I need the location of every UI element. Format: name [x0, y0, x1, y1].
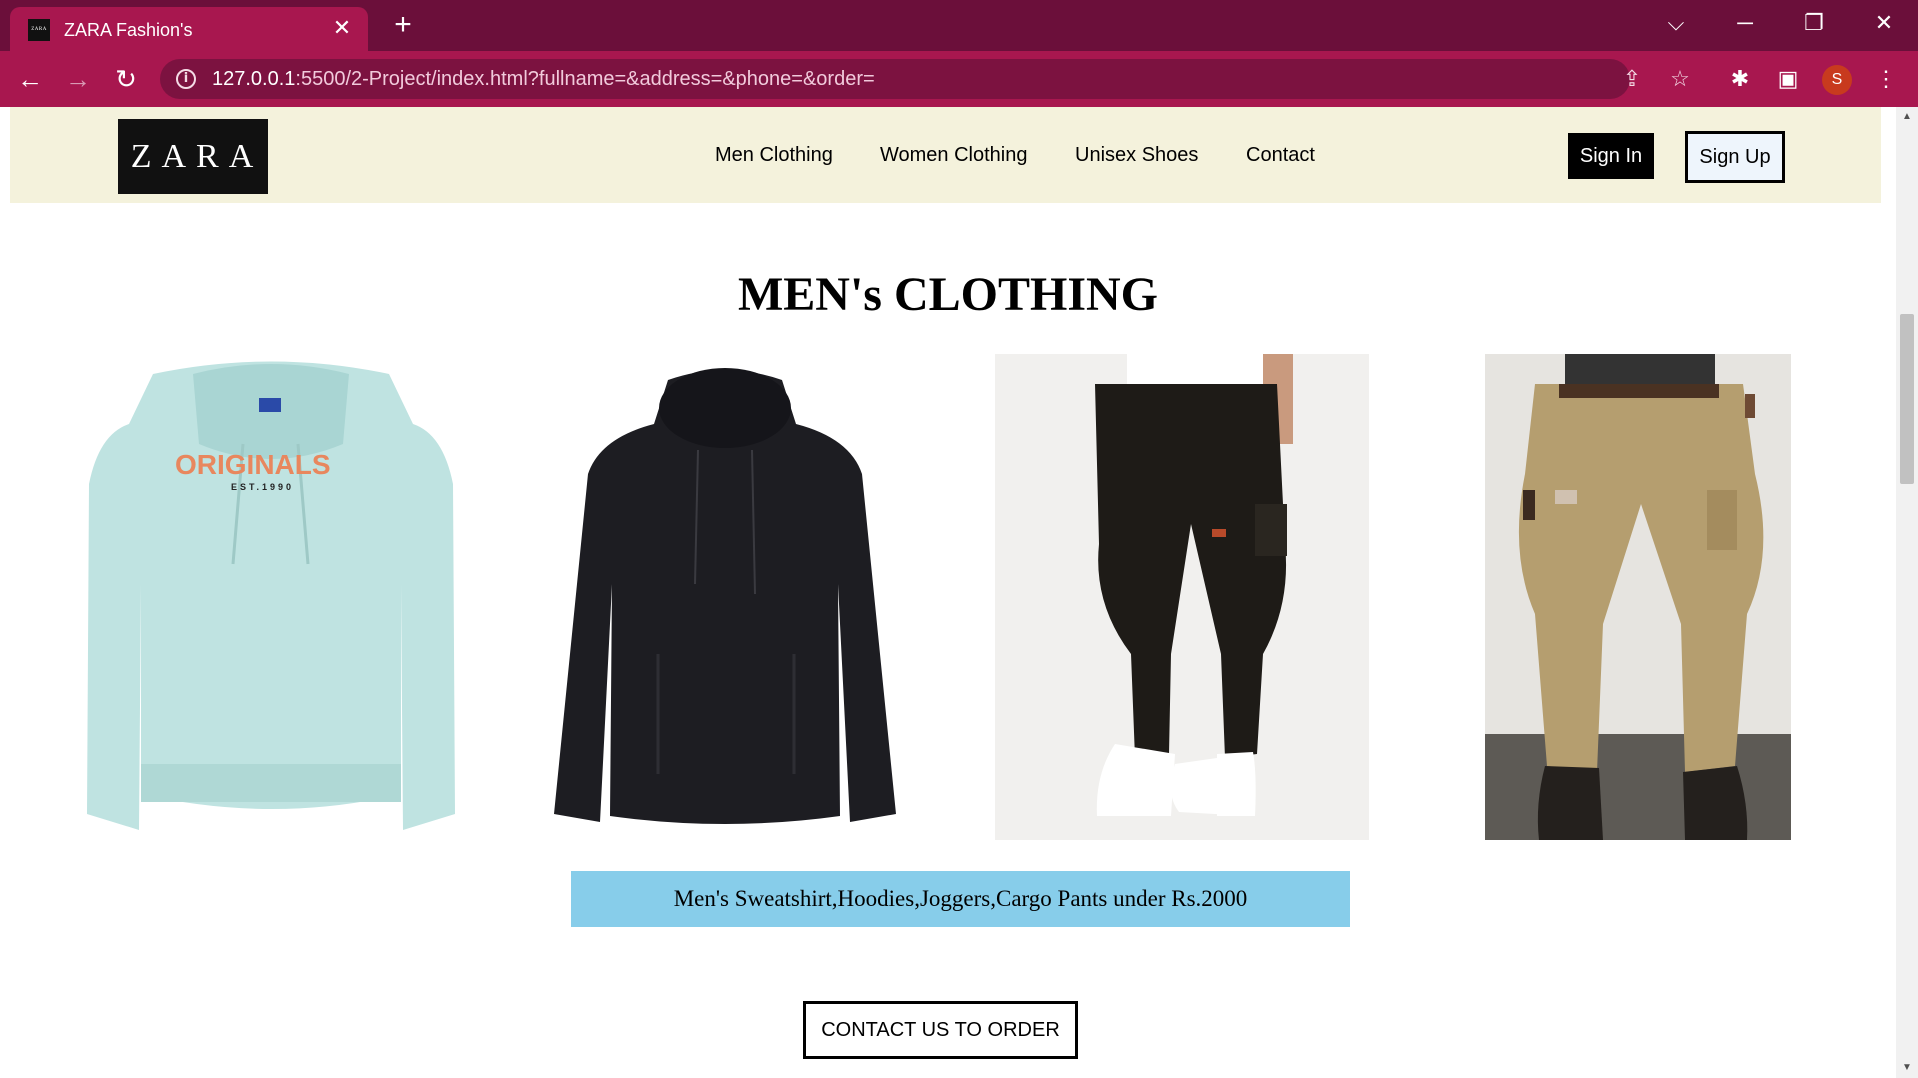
restore-icon[interactable]: ❐	[1796, 8, 1832, 38]
url-text[interactable]: 127.0.0.1:5500/2-Project/index.html?full…	[212, 68, 875, 91]
url-path: :5500/2-Project/index.html?fullname=&add…	[295, 68, 875, 90]
zara-logo[interactable]: ZARA	[118, 119, 268, 194]
hoodie-print-subtext: EST.1990	[231, 482, 294, 492]
minimize-icon[interactable]: ─	[1727, 8, 1763, 38]
info-icon[interactable]: i	[176, 69, 196, 89]
address-bar[interactable]: i 127.0.0.1:5500/2-Project/index.html?fu…	[160, 59, 1690, 99]
scroll-down-arrow-icon[interactable]: ▼	[1901, 1062, 1913, 1074]
product-image-cargo-pants	[1485, 354, 1791, 840]
kebab-menu-icon[interactable]: ⋮	[1870, 63, 1902, 95]
product-caption: Men's Sweatshirt,Hoodies,Joggers,Cargo P…	[571, 871, 1350, 927]
close-tab-icon[interactable]: ✕	[330, 16, 354, 40]
browser-tab[interactable]: ZARA ZARA Fashion's ✕	[10, 7, 368, 51]
window-close-icon[interactable]: ✕	[1866, 8, 1902, 38]
share-icon[interactable]: ⇪	[1618, 65, 1646, 93]
browser-toolbar: ← → ↻ i 127.0.0.1:5500/2-Project/index.h…	[0, 51, 1918, 107]
page-scrollbar[interactable]: ▲ ▼	[1896, 107, 1918, 1078]
favicon-icon: ZARA	[28, 19, 50, 41]
star-icon[interactable]: ☆	[1666, 65, 1694, 93]
puzzle-icon[interactable]: ✱	[1724, 63, 1756, 95]
profile-avatar[interactable]: S	[1822, 65, 1852, 95]
nav-unisex-shoes[interactable]: Unisex Shoes	[1075, 144, 1198, 167]
page-title: MEN's CLOTHING	[737, 268, 1159, 321]
nav-contact[interactable]: Contact	[1246, 144, 1315, 167]
tab-title: ZARA Fashion's	[64, 20, 193, 40]
new-tab-plus-icon[interactable]: +	[388, 10, 418, 40]
reload-icon[interactable]: ↻	[110, 63, 142, 95]
back-arrow-icon[interactable]: ←	[14, 63, 46, 95]
page-viewport: ZARA Men Clothing Women Clothing Unisex …	[0, 107, 1896, 1078]
contact-to-order-button[interactable]: CONTACT US TO ORDER	[803, 1001, 1078, 1059]
url-host: 127.0.0.1	[212, 68, 296, 90]
sign-in-button[interactable]: Sign In	[1568, 133, 1654, 179]
forward-arrow-icon[interactable]: →	[62, 63, 94, 95]
nav-men-clothing[interactable]: Men Clothing	[715, 144, 833, 167]
product-image-sweatshirt	[550, 354, 900, 840]
tab-search-chevron-down-icon[interactable]: ⌵	[1658, 8, 1694, 38]
sign-up-button[interactable]: Sign Up	[1685, 131, 1785, 183]
scroll-thumb[interactable]	[1900, 314, 1914, 484]
side-panel-icon[interactable]: ▣	[1772, 63, 1804, 95]
browser-tab-bar: ZARA ZARA Fashion's ✕ + ⌵ ─ ❐ ✕	[0, 0, 1918, 51]
scroll-up-arrow-icon[interactable]: ▲	[1901, 111, 1913, 123]
site-header: ZARA Men Clothing Women Clothing Unisex …	[10, 107, 1881, 203]
nav-women-clothing[interactable]: Women Clothing	[880, 144, 1027, 167]
product-image-joggers	[995, 354, 1369, 840]
product-image-hoodie: ORIGINALS EST.1990	[83, 354, 459, 840]
hoodie-print-text: ORIGINALS	[175, 449, 331, 480]
